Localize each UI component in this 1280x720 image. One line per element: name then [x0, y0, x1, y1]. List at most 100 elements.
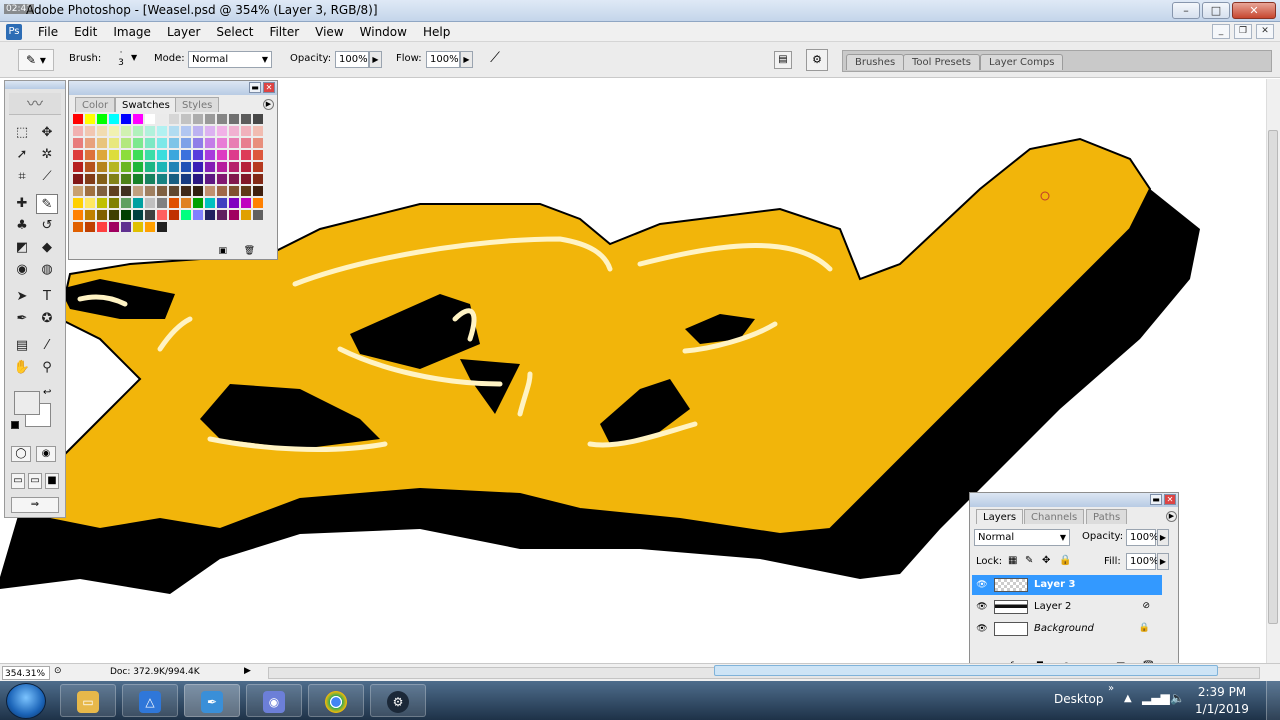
color-swatch[interactable] [169, 138, 179, 148]
layer-row-layer-2[interactable]: 👁 Layer 2 ⊘ [972, 597, 1162, 617]
pen-tool-icon[interactable]: ✒ [11, 309, 33, 329]
color-swatch[interactable] [85, 126, 95, 136]
color-swatch[interactable] [193, 210, 203, 220]
layer-opacity-button[interactable]: ▶ [1157, 529, 1169, 546]
color-swatch[interactable] [97, 114, 107, 124]
color-swatch[interactable] [253, 186, 263, 196]
marquee-tool-icon[interactable]: ⬚ [11, 123, 33, 143]
color-swatch[interactable] [193, 198, 203, 208]
flow-slider-button[interactable]: ▶ [460, 51, 473, 68]
color-swatch[interactable] [97, 150, 107, 160]
status-options-icon[interactable]: ⊙ [54, 666, 62, 676]
color-swatch[interactable] [73, 222, 83, 232]
color-swatch[interactable] [217, 210, 227, 220]
color-swatch[interactable] [253, 114, 263, 124]
layer-effects-icon[interactable]: ⊘ [1142, 601, 1150, 611]
doc-minimize-button[interactable]: _ [1212, 24, 1230, 39]
toolbox-header[interactable] [5, 81, 65, 89]
tray-time[interactable]: 2:39 PM [1192, 685, 1252, 699]
color-swatch[interactable] [73, 126, 83, 136]
opacity-input[interactable]: 100% [335, 51, 369, 68]
tab-paths[interactable]: Paths [1086, 509, 1128, 524]
color-swatch[interactable] [193, 114, 203, 124]
color-swatch[interactable] [109, 162, 119, 172]
taskbar-explorer[interactable]: ▭ [60, 684, 116, 717]
color-swatch[interactable] [217, 186, 227, 196]
color-swatch[interactable] [121, 186, 131, 196]
color-swatch[interactable] [133, 210, 143, 220]
color-swatch[interactable] [85, 186, 95, 196]
tray-date[interactable]: 1/1/2019 [1192, 702, 1252, 716]
color-swatch[interactable] [205, 174, 215, 184]
slice-tool-icon[interactable]: ⟋ [36, 167, 58, 187]
color-swatch[interactable] [241, 138, 251, 148]
color-swatch[interactable] [73, 150, 83, 160]
color-swatch[interactable] [133, 174, 143, 184]
color-swatch[interactable] [145, 126, 155, 136]
color-swatch[interactable] [241, 114, 251, 124]
color-swatch[interactable] [217, 198, 227, 208]
color-swatch[interactable] [193, 174, 203, 184]
paint-bucket-tool-icon[interactable]: ◆ [36, 238, 58, 258]
color-swatch[interactable] [217, 138, 227, 148]
color-swatch[interactable] [181, 210, 191, 220]
color-swatch[interactable] [217, 150, 227, 160]
color-swatch[interactable] [85, 210, 95, 220]
show-desktop-button[interactable] [1266, 681, 1280, 720]
color-swatch[interactable] [133, 150, 143, 160]
layer-row-background[interactable]: 👁 Background 🔒 [972, 619, 1162, 639]
menu-image[interactable]: Image [105, 24, 159, 40]
color-swatch[interactable] [97, 186, 107, 196]
color-swatch[interactable] [97, 138, 107, 148]
photoshop-icon[interactable]: Ps [6, 24, 22, 40]
color-swatch[interactable] [253, 174, 263, 184]
color-swatch[interactable] [229, 174, 239, 184]
dodge-tool-icon[interactable]: ◍ [36, 260, 58, 280]
move-tool-icon[interactable]: ✥ [36, 123, 58, 143]
color-swatch[interactable] [205, 150, 215, 160]
toolbar-expand-icon[interactable]: » [1108, 683, 1114, 694]
color-swatch[interactable] [229, 126, 239, 136]
screen-mode-full-icon[interactable]: ■ [45, 473, 59, 489]
color-swatch[interactable] [145, 162, 155, 172]
color-swatch[interactable] [145, 138, 155, 148]
color-swatch[interactable] [169, 150, 179, 160]
color-swatch[interactable] [157, 186, 167, 196]
layers-minimize-icon[interactable]: ▬ [1150, 494, 1162, 505]
color-swatch[interactable] [205, 138, 215, 148]
minimize-button[interactable]: – [1172, 2, 1200, 19]
new-swatch-icon[interactable]: ▣ [218, 246, 227, 256]
color-swatch[interactable] [193, 186, 203, 196]
color-swatch[interactable] [169, 114, 179, 124]
layers-menu-icon[interactable]: ▶ [1166, 511, 1177, 522]
color-swatch[interactable] [121, 198, 131, 208]
screen-mode-standard-icon[interactable]: ▭ [11, 473, 25, 489]
color-swatch[interactable] [217, 126, 227, 136]
color-swatch[interactable] [181, 162, 191, 172]
lasso-tool-icon[interactable]: ➚ [11, 145, 33, 165]
color-swatch[interactable] [73, 186, 83, 196]
path-selection-tool-icon[interactable]: ➤ [11, 287, 33, 307]
default-colors-icon[interactable] [11, 421, 19, 429]
color-swatch[interactable] [121, 150, 131, 160]
color-swatch[interactable] [157, 150, 167, 160]
color-swatch[interactable] [181, 174, 191, 184]
color-swatch[interactable] [85, 150, 95, 160]
color-swatch[interactable] [133, 162, 143, 172]
color-swatch[interactable] [253, 150, 263, 160]
color-swatch[interactable] [73, 162, 83, 172]
color-swatch[interactable] [73, 198, 83, 208]
doc-close-button[interactable]: ✕ [1256, 24, 1274, 39]
color-swatch[interactable] [121, 162, 131, 172]
tab-tool-presets[interactable]: Tool Presets [903, 54, 980, 70]
color-swatch[interactable] [217, 174, 227, 184]
color-swatch[interactable] [121, 222, 131, 232]
color-swatch[interactable] [241, 126, 251, 136]
color-swatch[interactable] [109, 198, 119, 208]
color-swatch[interactable] [145, 222, 155, 232]
color-swatch[interactable] [97, 198, 107, 208]
color-swatch[interactable] [157, 138, 167, 148]
close-button[interactable]: ✕ [1232, 2, 1276, 19]
zoom-level[interactable]: 354.31% [2, 666, 50, 680]
zoom-tool-icon[interactable]: ⚲ [36, 358, 58, 378]
